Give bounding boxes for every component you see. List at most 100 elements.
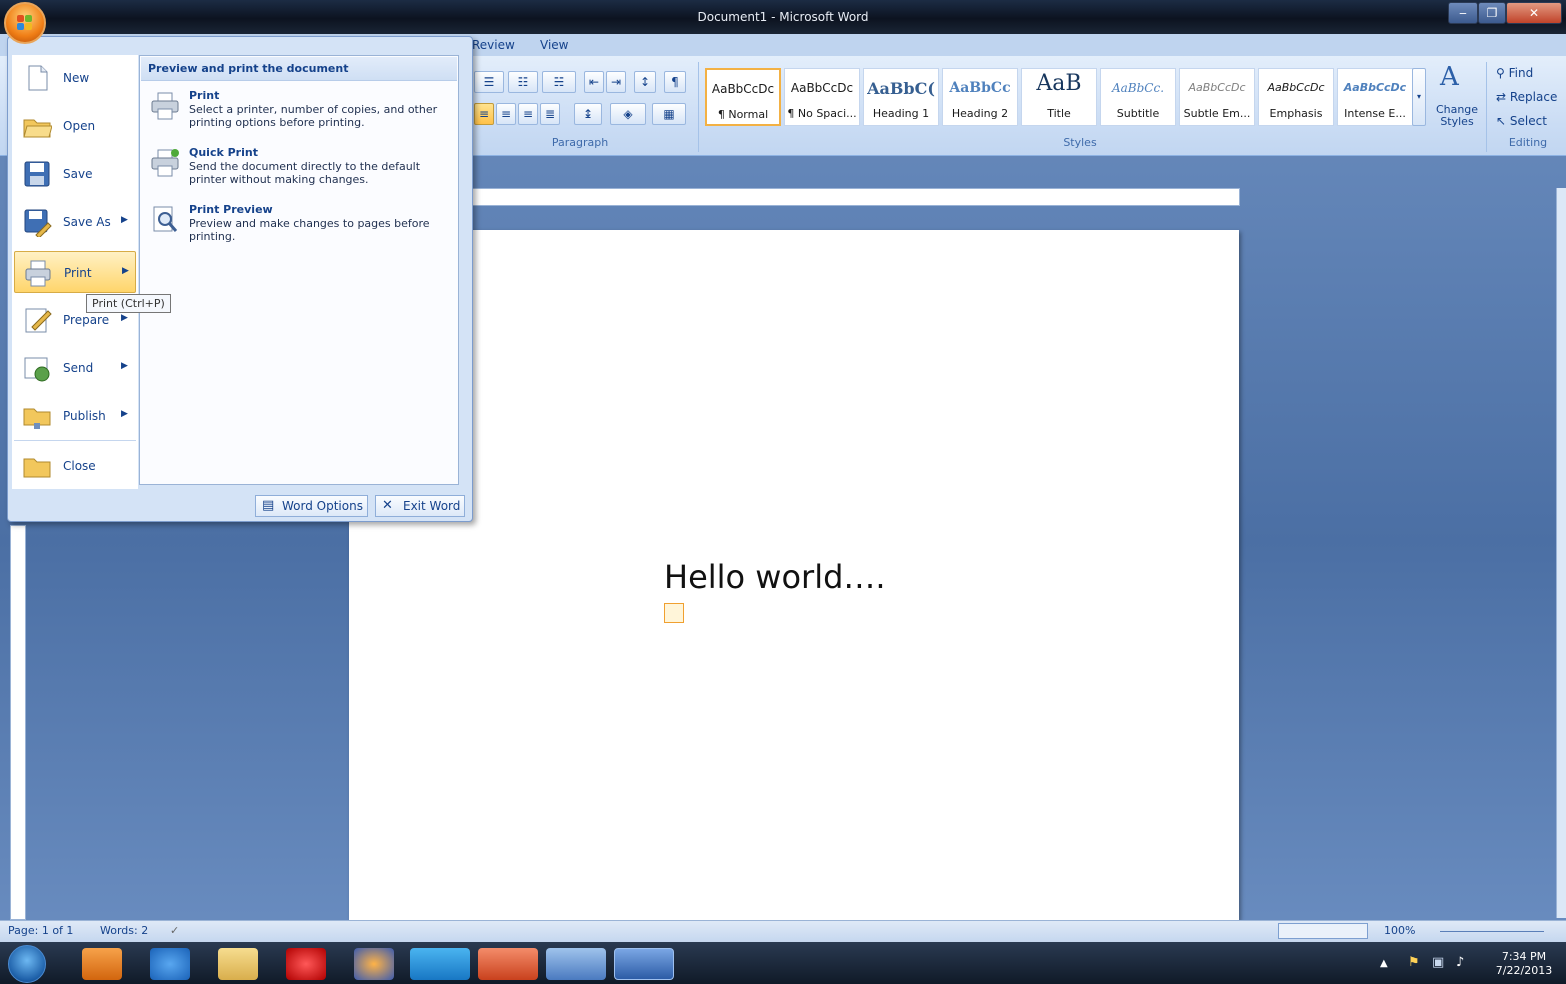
menu-item-open[interactable]: Open (14, 105, 136, 147)
style-name: Intense E... (1344, 107, 1406, 120)
select-button[interactable]: ↖ Select (1496, 114, 1547, 128)
action-center-flag-icon[interactable]: ⚑ (1408, 955, 1420, 970)
style-sample: AaBbCcDc (1267, 81, 1325, 94)
file-explorer-icon[interactable] (218, 948, 258, 980)
paragraph-group-label: Paragraph (551, 136, 609, 149)
style-normal[interactable]: AaBbCcDc ¶ Normal (705, 68, 781, 126)
document-text[interactable]: Hello world…. (664, 558, 886, 596)
zoom-slider[interactable] (1422, 925, 1562, 939)
style-heading-1[interactable]: AaBbC( Heading 1 (863, 68, 939, 126)
style-name: Subtitle (1116, 107, 1160, 120)
submenu-arrow-icon: ▶ (121, 313, 128, 323)
view-buttons[interactable] (1278, 923, 1368, 939)
find-button[interactable]: ⚲ Find (1496, 66, 1533, 80)
style-sample: AaBbCc (949, 80, 1011, 96)
paint-icon[interactable] (546, 948, 606, 980)
page-count[interactable]: Page: 1 of 1 (8, 924, 73, 937)
office-logo-icon (17, 15, 33, 31)
submenu-item-description: Preview and make changes to pages before… (189, 217, 430, 243)
word-count[interactable]: Words: 2 (100, 924, 148, 937)
change-styles-icon: A (1440, 62, 1459, 92)
menu-item-save[interactable]: Save (14, 153, 136, 195)
submenu-item-quick-print[interactable]: Quick Print Send the document directly t… (145, 145, 455, 197)
publish-icon (22, 401, 52, 431)
clock-date: 7/22/2013 (1495, 964, 1553, 977)
quick-print-icon (149, 148, 181, 178)
multilevel-list-button[interactable]: ☵ (542, 71, 576, 93)
shading-button[interactable]: ◈ (610, 103, 646, 125)
menu-item-send[interactable]: Send ▶ (14, 347, 136, 389)
system-clock[interactable]: 7:34 PM 7/22/2013 (1488, 950, 1560, 978)
style-name: ¶ No Spaci... (787, 107, 857, 120)
menu-item-close[interactable]: Close (14, 445, 136, 487)
firefox-icon[interactable] (354, 948, 394, 980)
style-subtle-emphasis[interactable]: AaBbCcDc Subtle Em... (1179, 68, 1255, 126)
bullets-button[interactable]: ☰ (474, 71, 504, 93)
align-left-button[interactable]: ≡ (474, 103, 494, 125)
menu-item-save-as[interactable]: Save As ▶ (14, 201, 136, 243)
menu-item-publish[interactable]: Publish ▶ (14, 395, 136, 437)
proofing-icon[interactable]: ✓ (170, 924, 179, 937)
tab-view[interactable]: View (540, 38, 568, 52)
vertical-ruler[interactable] (10, 525, 26, 920)
submenu-item-print-preview[interactable]: Print Preview Preview and make changes t… (145, 202, 455, 254)
minimize-button[interactable]: ‒ (1448, 2, 1478, 24)
submenu-item-title: Print (189, 89, 220, 102)
submenu-item-description: Select a printer, number of copies, and … (189, 103, 438, 129)
borders-button[interactable]: ▦ (652, 103, 686, 125)
zoom-level[interactable]: 100% (1384, 924, 1415, 937)
zoom-slider-track (1440, 931, 1544, 932)
internet-explorer-icon[interactable] (150, 948, 190, 980)
office-button[interactable] (4, 2, 46, 44)
menu-item-label: Save (63, 167, 93, 181)
justify-button[interactable]: ≣ (540, 103, 560, 125)
style-heading-2[interactable]: AaBbCc Heading 2 (942, 68, 1018, 126)
sort-button[interactable]: ↕ (634, 71, 656, 93)
submenu-arrow-icon: ▶ (121, 409, 128, 419)
show-paragraph-marks-button[interactable]: ¶ (664, 71, 686, 93)
opera-icon[interactable] (286, 948, 326, 980)
style-intense-emphasis[interactable]: AaBbCcDc Intense E... (1337, 68, 1413, 126)
exit-word-button[interactable]: ✕ Exit Word (375, 495, 465, 517)
submenu-item-title: Print Preview (189, 203, 273, 216)
tab-review[interactable]: Review (472, 38, 515, 52)
style-emphasis[interactable]: AaBbCcDc Emphasis (1258, 68, 1334, 126)
line-spacing-button[interactable]: ↨ (574, 103, 602, 125)
style-subtitle[interactable]: AaBbCc. Subtitle (1100, 68, 1176, 126)
submenu-item-print[interactable]: Print Select a printer, number of copies… (145, 88, 455, 140)
word-options-button[interactable]: ▤ Word Options (255, 495, 368, 517)
change-styles-button[interactable]: A Change Styles (1432, 62, 1482, 132)
increase-indent-button[interactable]: ⇥ (606, 71, 626, 93)
style-sample: AaBbCc. (1111, 81, 1165, 95)
media-player-icon[interactable] (82, 948, 122, 980)
powerpoint-icon[interactable] (478, 948, 538, 980)
vertical-scrollbar[interactable] (1556, 188, 1566, 918)
align-center-button[interactable]: ≡ (496, 103, 516, 125)
save-disk-icon (22, 159, 52, 189)
numbering-button[interactable]: ☷ (508, 71, 538, 93)
menu-item-label: Prepare (63, 313, 110, 327)
options-icon: ▤ (262, 498, 275, 513)
horizontal-ruler[interactable] (470, 188, 1240, 206)
menu-item-new[interactable]: New (14, 57, 136, 99)
style-no-spacing[interactable]: AaBbCcDc ¶ No Spaci... (784, 68, 860, 126)
style-title[interactable]: AaB Title (1021, 68, 1097, 126)
word-taskbar-icon[interactable] (614, 948, 674, 980)
menu-item-print[interactable]: Print ▶ (14, 251, 136, 293)
skype-icon[interactable] (410, 948, 470, 980)
start-button[interactable] (8, 945, 46, 983)
maximize-button[interactable]: ❐ (1478, 2, 1506, 24)
decrease-indent-button[interactable]: ⇤ (584, 71, 604, 93)
close-window-button[interactable]: ✕ (1506, 2, 1562, 24)
menu-item-label: Publish (63, 409, 106, 423)
paste-options-icon[interactable] (664, 603, 684, 623)
network-icon[interactable]: ▣ (1432, 955, 1444, 970)
style-name: Heading 1 (872, 107, 930, 120)
volume-icon[interactable]: ♪ (1456, 955, 1464, 970)
replace-button[interactable]: ⇄ Replace (1496, 90, 1557, 104)
align-right-button[interactable]: ≡ (518, 103, 538, 125)
show-hidden-icons-icon[interactable]: ▲ (1380, 958, 1388, 969)
styles-scroll-button[interactable]: ▾ (1412, 68, 1426, 126)
style-sample: AaBbCcDc (1343, 81, 1407, 94)
exit-word-label: Exit Word (403, 499, 461, 513)
